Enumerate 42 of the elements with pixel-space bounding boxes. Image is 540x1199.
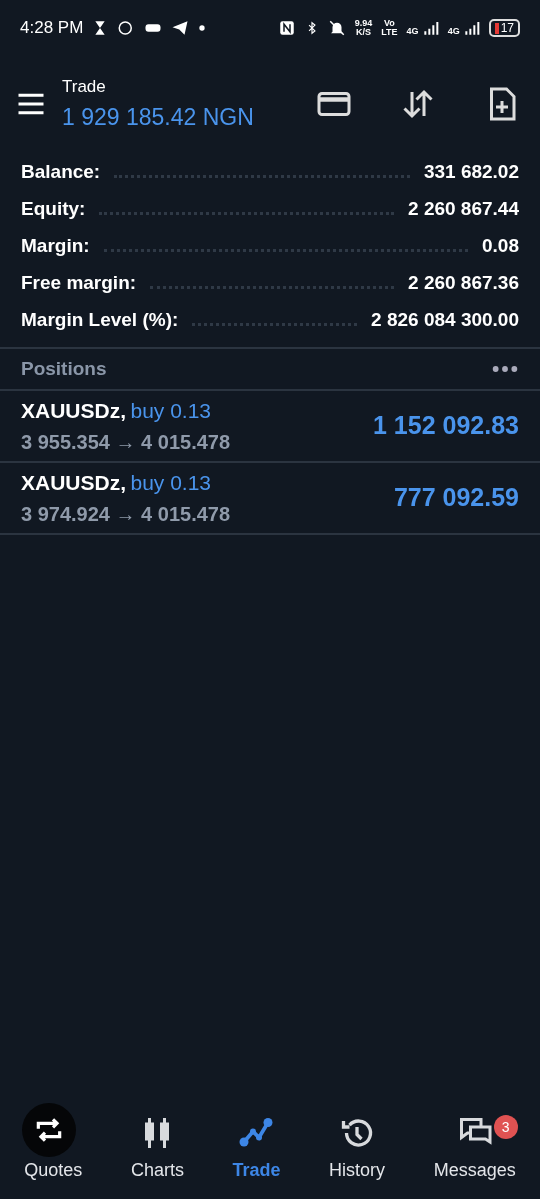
- network-type-text: 4G: [406, 27, 419, 36]
- nav-tab[interactable]: Quotes: [20, 1157, 87, 1184]
- paper-plane-icon: [171, 19, 190, 37]
- nfc-icon: [277, 19, 296, 37]
- signal-icon: [463, 20, 480, 36]
- floating-button[interactable]: [22, 1103, 76, 1157]
- nav-tab[interactable]: Charts: [126, 1115, 188, 1184]
- position-symbol: XAUUSDz,: [21, 471, 126, 495]
- position-prices: 3 955.354 → 4 015.478: [21, 429, 231, 455]
- summary-label: Margin:: [21, 234, 90, 259]
- screen-title: Trade: [62, 76, 107, 98]
- battery-level-text: 17: [500, 21, 514, 35]
- dot-icon: [198, 24, 207, 32]
- muted-bell-icon: [327, 19, 346, 37]
- summary-value: 2 260 867.44: [408, 197, 519, 222]
- nav-tab[interactable]: History: [325, 1115, 390, 1184]
- position-profit: 1 152 092.83: [373, 410, 519, 442]
- summary-label: Equity:: [21, 197, 86, 222]
- signal-icon: [422, 20, 439, 36]
- position-prices: 3 974.924 → 4 015.478: [21, 501, 231, 527]
- lte-text: LTE: [381, 28, 398, 37]
- summary-label: Balance:: [21, 160, 101, 185]
- speed-text: 9.94: [354, 19, 373, 28]
- notification-badge: 3: [493, 1115, 518, 1139]
- summary-value: 331 682.02: [423, 160, 519, 185]
- summary-value: 0.08: [482, 234, 519, 259]
- summary-label: Margin Level (%):: [21, 308, 179, 333]
- summary-value: 2 826 084 300.00: [371, 308, 519, 333]
- position-side: buy 0.13: [130, 399, 212, 423]
- position-profit: 777 092.59: [393, 482, 519, 514]
- summary-label: Free margin:: [21, 271, 137, 296]
- nav-tab[interactable]: Trade: [228, 1115, 285, 1184]
- summary-value: 2 260 867.36: [408, 271, 519, 296]
- position-symbol: XAUUSDz,: [21, 399, 126, 423]
- network-type-text: 4G: [447, 27, 460, 36]
- position-side: buy 0.13: [130, 471, 212, 495]
- volte-text: Vo: [383, 19, 396, 28]
- speed-unit-text: K/S: [355, 28, 372, 37]
- balance-value: 1 929 185.42 NGN: [62, 102, 254, 132]
- nav-tab[interactable]: Messages 3: [429, 1115, 520, 1184]
- clock-text: 4:28 PM: [20, 17, 84, 40]
- section-title: Positions: [21, 356, 107, 381]
